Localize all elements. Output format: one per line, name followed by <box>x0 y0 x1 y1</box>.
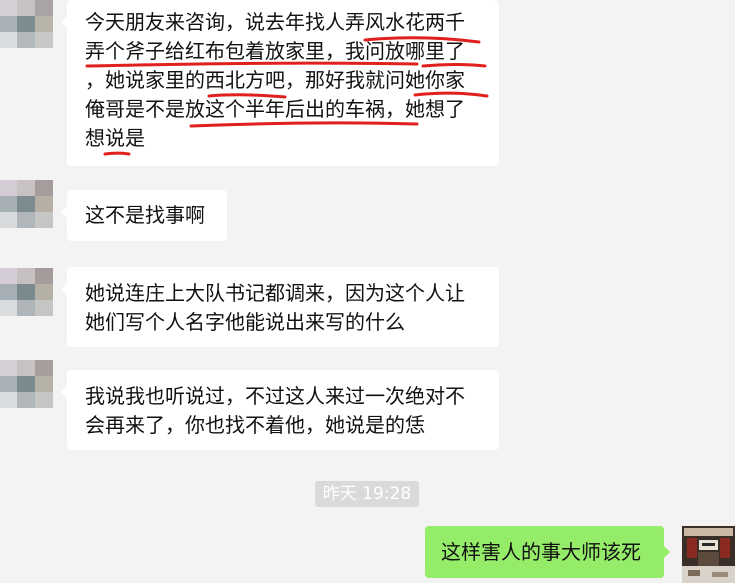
contact-avatar[interactable] <box>0 0 53 48</box>
message-line: 俺哥是不是放这个半年后出的车祸，她想了 <box>85 97 465 121</box>
message-line: ，她说家里的西北方吧，那好我就问她你家 <box>85 68 465 92</box>
contact-avatar[interactable] <box>0 180 53 228</box>
message-line: 会再来了，你也找不着他，她说是的恁 <box>85 413 425 437</box>
message-line: 今天朋友来咨询，说去年找人弄风水花两千 <box>85 10 465 34</box>
message-bubble: 她说连庄上大队书记都调来，因为这个人让 她们写个人名字他能说出来写的什么 <box>61 267 499 347</box>
message-line: 弄个斧子给红布包着放家里，我问放哪里了 <box>85 39 465 63</box>
message-line: 这不是找事啊 <box>85 203 205 227</box>
message-bubble: 这不是找事啊 <box>61 190 227 241</box>
contact-avatar[interactable] <box>0 268 53 316</box>
contact-avatar[interactable] <box>0 360 53 408</box>
my-message-bubble: 这样害人的事大师该死 <box>425 526 670 578</box>
message-line: 想说是 <box>85 126 145 150</box>
my-avatar-image <box>682 526 735 583</box>
message-bubble: 今天朋友来咨询，说去年找人弄风水花两千 弄个斧子给红布包着放家里，我问放哪里了 … <box>61 0 499 166</box>
message-line: 她们写个人名字他能说出来写的什么 <box>85 310 405 334</box>
message-line: 我说我也听说过，不过这人来过一次绝对不 <box>85 384 465 408</box>
message-bubble: 我说我也听说过，不过这人来过一次绝对不 会再来了，你也找不着他，她说是的恁 <box>61 370 499 450</box>
my-avatar[interactable] <box>682 526 735 583</box>
timestamp-label: 昨天 19:28 <box>315 481 419 507</box>
message-line: 她说连庄上大队书记都调来，因为这个人让 <box>85 281 465 305</box>
my-message-text: 这样害人的事大师该死 <box>441 540 641 564</box>
